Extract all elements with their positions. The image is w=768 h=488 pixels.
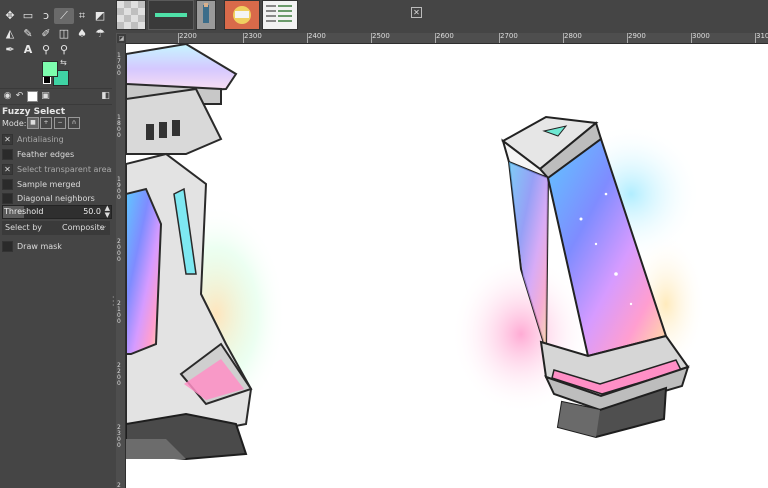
mode-subtract-icon[interactable]: − xyxy=(54,117,66,129)
pencil-tool-icon[interactable]: ✐ xyxy=(36,26,56,42)
select-by-label: Select by xyxy=(5,223,43,232)
image-tabs-bar: ✕ xyxy=(112,0,768,32)
ruler-label: 2100 xyxy=(117,300,121,325)
draw-mask-label: Draw mask xyxy=(17,241,62,251)
select-transparent-label: Select transparent areas xyxy=(17,164,116,174)
antialiasing-label: Antialiasing xyxy=(17,134,64,144)
text-tool-icon[interactable]: A xyxy=(18,42,38,58)
diagonal-neighbors-option[interactable]: Diagonal neighbors xyxy=(2,192,95,204)
mode-intersect-icon[interactable]: ∩ xyxy=(68,117,80,129)
device-status-tab-icon[interactable]: ▣ xyxy=(40,91,51,102)
mode-add-icon[interactable]: + xyxy=(40,117,52,129)
separator xyxy=(0,88,112,89)
ruler-label: 1700 xyxy=(117,52,121,77)
ruler-label: 2500 xyxy=(372,33,390,40)
vertical-ruler: 1700 1800 1900 2000 2100 2200 2300 2400 xyxy=(116,43,126,488)
artwork xyxy=(126,44,706,461)
lasso-select-tool-icon[interactable]: ↄ xyxy=(36,8,56,24)
image-thumbnail-2[interactable] xyxy=(148,0,194,30)
horizontal-ruler: 2200 2300 2400 2500 2600 2700 2800 2900 … xyxy=(126,33,768,44)
select-transparent-option[interactable]: ✕ Select transparent areas xyxy=(2,163,116,175)
smudge-tool-icon[interactable]: ☂ xyxy=(90,26,110,42)
bucket-fill-tool-icon[interactable]: ◭ xyxy=(0,26,20,42)
ruler-label: 1800 xyxy=(117,114,121,139)
eraser-tool-icon[interactable]: ◫ xyxy=(54,26,74,42)
sample-merged-label: Sample merged xyxy=(17,179,81,189)
antialiasing-checkbox[interactable]: ✕ xyxy=(2,133,13,145)
diagonal-neighbors-label: Diagonal neighbors xyxy=(17,193,95,203)
transform-tool-icon[interactable]: ◩ xyxy=(90,8,110,24)
ruler-label: 2700 xyxy=(500,33,518,40)
image-thumbnail-5[interactable] xyxy=(262,0,298,30)
fuzzy-select-tool-icon[interactable]: ⟋ xyxy=(54,8,74,24)
drag-handle-icon[interactable]: · · · xyxy=(112,294,115,310)
feather-edges-label: Feather edges xyxy=(17,149,75,159)
image-thumbnail-1[interactable] xyxy=(116,0,146,30)
ruler-label: 2200 xyxy=(117,362,121,387)
ruler-label: 2900 xyxy=(628,33,646,40)
foreground-color-swatch[interactable] xyxy=(42,61,58,77)
clone-tool-icon[interactable]: ♠ xyxy=(72,26,92,42)
mode-label: Mode: xyxy=(2,119,27,128)
reset-colors-icon[interactable] xyxy=(43,76,51,84)
undo-history-tab-icon[interactable]: ↶ xyxy=(14,91,25,102)
color-picker-tool-icon[interactable]: ⚲ xyxy=(36,42,56,58)
tool-options-tabs: ◉ ↶ ▣ ◧ xyxy=(0,90,112,104)
feather-edges-checkbox[interactable] xyxy=(2,148,13,160)
threshold-value: 50.0 xyxy=(83,207,101,216)
spin-arrows-icon[interactable]: ▲ ▼ xyxy=(105,205,110,219)
ruler-label: 2200 xyxy=(179,33,197,40)
ruler-label: 3000 xyxy=(692,33,710,40)
chevron-down-icon: ⌵ xyxy=(99,222,106,231)
move-tool-icon[interactable]: ✥ xyxy=(0,8,20,24)
ruler-label: 2800 xyxy=(564,33,582,40)
tool-options-tab-icon[interactable]: ◉ xyxy=(2,91,13,102)
separator xyxy=(0,104,112,105)
sample-merged-option[interactable]: Sample merged xyxy=(2,178,80,190)
image-thumbnail-3[interactable] xyxy=(196,0,216,30)
antialiasing-option[interactable]: ✕ Antialiasing xyxy=(2,133,64,145)
configure-tab-icon[interactable]: ◧ xyxy=(100,91,111,102)
images-tab-icon[interactable] xyxy=(27,91,38,102)
draw-mask-checkbox[interactable] xyxy=(2,240,13,252)
diagonal-neighbors-checkbox[interactable] xyxy=(2,192,13,204)
image-thumbnail-4[interactable] xyxy=(224,0,260,30)
ruler-label: 3100 xyxy=(756,33,768,40)
ruler-label: 1900 xyxy=(117,176,121,201)
mode-replace-icon[interactable]: ■ xyxy=(27,117,39,129)
select-by-value: Composite xyxy=(62,223,105,232)
select-by-row: Select by Composite ⌵ xyxy=(2,221,110,235)
select-by-dropdown[interactable]: Composite ⌵ xyxy=(56,222,108,234)
ruler-label: 2300 xyxy=(117,424,121,449)
tool-options-title: Fuzzy Select xyxy=(2,107,65,117)
threshold-label: Threshold xyxy=(4,207,44,216)
paths-tool-icon[interactable]: ✒ xyxy=(0,42,20,58)
ruler-label: 2300 xyxy=(244,33,262,40)
zoom-tool-icon[interactable]: ⚲ xyxy=(54,42,74,58)
toolbox: ✥ ▭ ↄ ⟋ ⌗ ◩ ◭ ✎ ✐ ◫ ♠ ☂ ✒ A ⚲ ⚲ ⇆ ◉ ↶ ▣ … xyxy=(0,0,116,488)
swap-colors-icon[interactable]: ⇆ xyxy=(60,58,67,67)
draw-mask-option[interactable]: Draw mask xyxy=(2,240,62,252)
ruler-label: 2600 xyxy=(436,33,454,40)
ruler-label: 2400 xyxy=(308,33,326,40)
close-icon[interactable]: ✕ xyxy=(411,7,422,18)
ruler-label: 2400 xyxy=(117,482,121,488)
ruler-label: 2000 xyxy=(117,238,121,263)
threshold-spinscale[interactable]: Threshold 50.0 ▲ ▼ xyxy=(2,205,112,219)
select-transparent-checkbox[interactable]: ✕ xyxy=(2,163,13,175)
sample-merged-checkbox[interactable] xyxy=(2,178,13,190)
rect-select-tool-icon[interactable]: ▭ xyxy=(18,8,38,24)
crop-tool-icon[interactable]: ⌗ xyxy=(72,8,92,24)
paintbrush-tool-icon[interactable]: ✎ xyxy=(18,26,38,42)
feather-edges-option[interactable]: Feather edges xyxy=(2,148,74,160)
image-canvas[interactable] xyxy=(126,44,768,488)
